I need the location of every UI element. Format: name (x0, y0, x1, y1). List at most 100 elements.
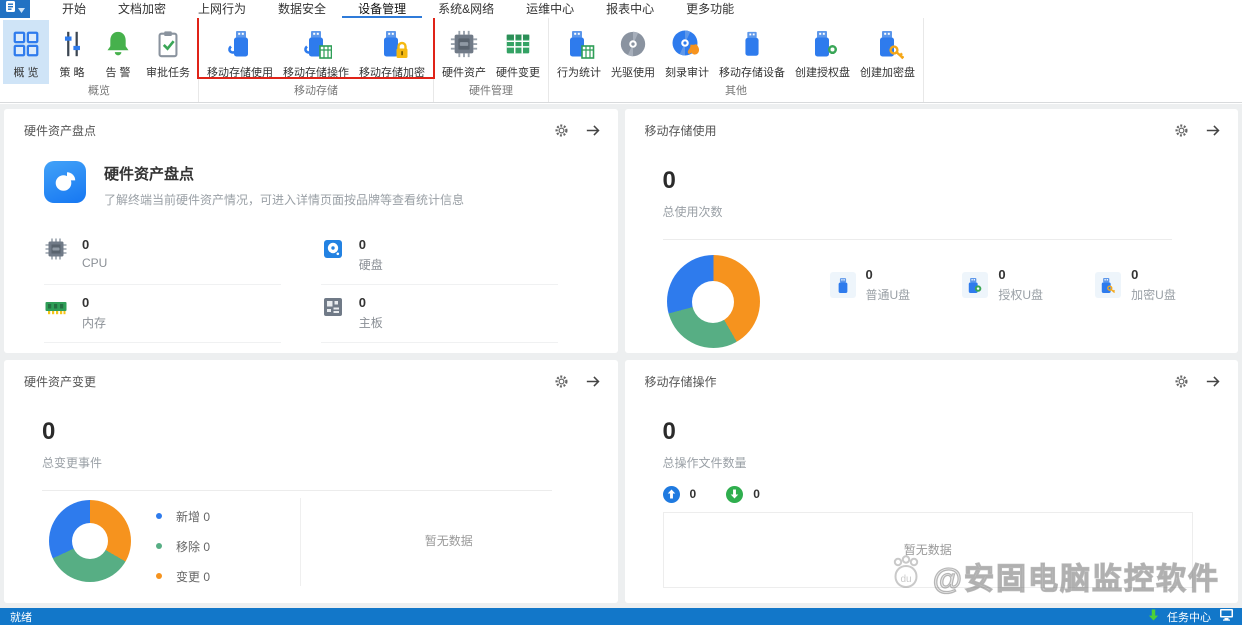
ribbon-item-label: 光驱使用 (611, 67, 655, 79)
ribbon-item-label: 审批任务 (146, 67, 190, 79)
ribbon-item-policy[interactable]: 策 略 (49, 20, 95, 84)
ribbon-item-label: 移动存储加密 (359, 67, 425, 79)
arrow-right-icon[interactable] (585, 374, 602, 389)
ribbon-toolbar: 概 览 策 略 告 警 审批任务 概览 移动存储使用 移动存储操作 移动存储加密… (0, 15, 1242, 103)
no-data-box: 暂无数据 (662, 511, 1193, 588)
ribbon-item-hardware-changes[interactable]: 硬件变更 (491, 20, 545, 84)
legend-dot (156, 573, 162, 579)
pie-chart-app-icon (44, 161, 86, 203)
arrow-right-icon[interactable] (1205, 374, 1222, 389)
tab-internet-behavior[interactable]: 上网行为 (182, 0, 262, 18)
legend-value: 0 (203, 569, 211, 584)
ribbon-item-label: 移动存储使用 (207, 67, 273, 79)
ribbon-item-storage-usage[interactable]: 移动存储使用 (202, 20, 278, 84)
app-menu-icon (5, 0, 16, 18)
tab-system-network[interactable]: 系统&网络 (422, 0, 510, 18)
stat-label: 内存 (82, 316, 107, 330)
arrow-right-icon[interactable] (1205, 123, 1222, 138)
ribbon-item-cdrom-usage[interactable]: 光驱使用 (606, 20, 660, 84)
stat-label: CPU (82, 256, 108, 270)
clipboard-check-icon (153, 27, 183, 61)
ribbon-item-hardware-assets[interactable]: 硬件资产 (437, 20, 491, 84)
table-grid-icon (503, 27, 533, 61)
card-storage-operations: 移动存储操作 0 总操作文件数量 0 0 暂无数据 (624, 359, 1238, 603)
card-storage-usage: 移动存储使用 0 总使用次数 0 普通U盘 0 授权U盘 0 加密U盘 (624, 109, 1238, 353)
motherboard-icon (321, 295, 345, 331)
legend-value: 0 (1131, 267, 1139, 282)
legend-value: 0 (203, 509, 211, 524)
total-usage-count: 0 (662, 167, 676, 194)
legend-row-changed: 变更 0 (156, 568, 210, 585)
green-download-icon (1148, 608, 1159, 625)
stat-label: 硬盘 (358, 258, 383, 272)
ribbon-item-overview[interactable]: 概 览 (3, 20, 49, 84)
legend-label: 普通U盘 (865, 288, 911, 302)
bell-icon (103, 27, 133, 61)
app-menu-button[interactable] (0, 0, 30, 18)
ribbon-item-approval-tasks[interactable]: 审批任务 (141, 20, 195, 84)
status-bar: 就绪 任务中心 (0, 608, 1242, 625)
stat-value: 0 (358, 295, 366, 310)
grid-icon (11, 27, 41, 61)
hardware-changes-legend: 新增 0 移除 0 变更 0 (156, 508, 210, 585)
ribbon-group-removable-storage: 移动存储使用 移动存储操作 移动存储加密 移动存储 (197, 15, 435, 102)
cpu-chip-icon (449, 27, 479, 61)
stat-cpu: 0 CPU (44, 227, 281, 285)
dashboard-content: 硬件资产盘点 硬件资产盘点 了解终端当前硬件资产情况，可进入详情页面按品牌等查看 (0, 104, 1242, 608)
hardware-changes-donut-chart (49, 499, 131, 582)
tab-start[interactable]: 开始 (46, 0, 102, 18)
tab-report-center[interactable]: 报表中心 (590, 0, 670, 18)
stat-value: 0 (82, 295, 90, 310)
monitor-icon[interactable] (1219, 608, 1234, 625)
card-title: 硬件资产变更 (24, 374, 97, 389)
ribbon-item-create-authorized-disk[interactable]: 创建授权盘 (790, 20, 855, 84)
usb-lock-icon (376, 27, 408, 61)
ribbon-item-burn-audit[interactable]: 刻录审计 (660, 20, 714, 84)
task-center-button[interactable]: 任务中心 (1167, 609, 1211, 625)
total-operations-count: 0 (662, 417, 676, 445)
ribbon-item-label: 概 览 (13, 67, 39, 79)
tab-ops-center[interactable]: 运维中心 (510, 0, 590, 18)
gear-icon[interactable] (1174, 123, 1189, 138)
legend-label: 变更 (176, 569, 201, 584)
legend-value: 0 (865, 267, 873, 282)
ribbon-item-storage-encryption[interactable]: 移动存储加密 (354, 20, 430, 84)
stat-memory: 0 内存 (44, 285, 281, 343)
total-operations-label: 总操作文件数量 (662, 455, 747, 470)
gear-icon[interactable] (1174, 374, 1189, 389)
ribbon-group-overview: 概 览 策 略 告 警 审批任务 概览 (0, 18, 199, 102)
legend-label: 加密U盘 (1131, 288, 1176, 302)
arrow-right-icon[interactable] (585, 123, 602, 138)
usb-plain-icon (829, 272, 856, 298)
usb-authorized-icon (962, 272, 989, 298)
ribbon-item-storage-operations[interactable]: 移动存储操作 (278, 20, 354, 84)
gear-icon[interactable] (554, 123, 569, 138)
tab-doc-encryption[interactable]: 文档加密 (102, 0, 182, 18)
legend-dot (156, 513, 162, 519)
no-data-text: 暂无数据 (424, 533, 473, 548)
tab-device-management[interactable]: 设备管理 (342, 0, 423, 18)
storage-usage-legend: 0 普通U盘 0 授权U盘 0 加密U盘 (829, 267, 1229, 303)
download-arrow-icon (726, 485, 744, 503)
tab-data-security[interactable]: 数据安全 (262, 0, 342, 18)
upload-arrow-icon (662, 485, 680, 503)
stat-value: 0 (82, 237, 90, 252)
legend-value: 0 (998, 267, 1006, 282)
download-counter: 0 (726, 485, 760, 503)
legend-label: 授权U盘 (998, 288, 1043, 302)
usb-key-small-icon (1095, 272, 1122, 298)
ribbon-item-alerts[interactable]: 告 警 (95, 20, 141, 84)
tab-more-functions[interactable]: 更多功能 (670, 0, 750, 18)
usb-device-icon (737, 27, 767, 61)
ribbon-item-storage-devices[interactable]: 移动存储设备 (714, 20, 790, 84)
card-title: 移动存储操作 (644, 374, 717, 389)
status-ready-text: 就绪 (10, 611, 32, 624)
gear-icon[interactable] (554, 374, 569, 389)
divider (42, 489, 552, 491)
ribbon-group-label: 其他 (725, 85, 747, 97)
ribbon-item-label: 创建授权盘 (795, 67, 850, 79)
app-window: 开始 文档加密 上网行为 数据安全 设备管理 系统&网络 运维中心 报表中心 更… (0, 0, 1242, 625)
ribbon-item-label: 创建加密盘 (860, 67, 915, 79)
ribbon-item-create-encrypted-disk[interactable]: 创建加密盘 (855, 20, 920, 84)
ribbon-item-behavior-stats[interactable]: 行为统计 (552, 20, 606, 84)
